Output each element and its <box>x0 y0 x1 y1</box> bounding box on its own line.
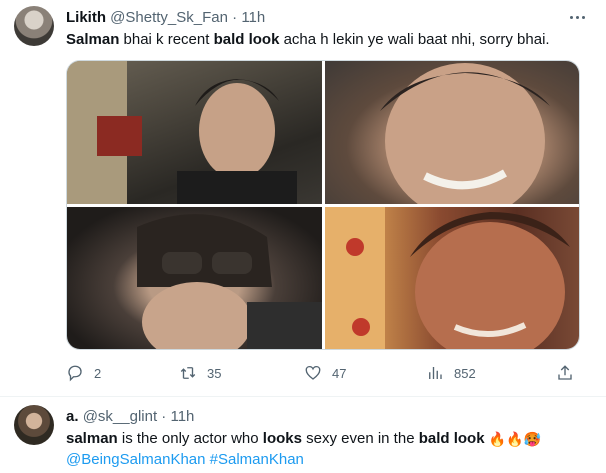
retweet-count: 35 <box>207 365 222 381</box>
like-button[interactable]: 47 <box>304 362 346 384</box>
photo-1-art <box>67 61 297 204</box>
reply-count: 2 <box>94 365 102 381</box>
photo-3[interactable] <box>67 207 322 349</box>
tweet-text: Salman bhai k recent bald look acha h le… <box>66 30 550 50</box>
photo-4[interactable] <box>325 207 579 349</box>
bold-text: looks <box>262 430 302 447</box>
tweet-header: Likith @Shetty_Sk_Fan · 11h <box>66 8 265 28</box>
views-button[interactable]: 852 <box>426 362 476 384</box>
text-segment: is the only actor who <box>117 430 263 447</box>
reply-timestamp[interactable]: 11h <box>170 408 194 425</box>
share-button[interactable] <box>556 362 574 384</box>
share-icon <box>558 365 572 380</box>
tweet[interactable]: Likith @Shetty_Sk_Fan · 11h Salman bhai … <box>0 0 606 397</box>
reply-mentions: @BeingSalmanKhan #SalmanKhan <box>66 450 304 470</box>
hot-face-emoji: 🥵 <box>523 431 542 447</box>
bold-text: Salman <box>66 31 120 48</box>
retweet-button[interactable]: 35 <box>179 362 221 384</box>
avatar[interactable] <box>14 6 54 46</box>
photo-2-art <box>380 63 550 204</box>
text-segment: sexy even in the <box>301 430 419 447</box>
separator-dot: · <box>232 9 238 26</box>
hashtag-link[interactable]: #SalmanKhan <box>210 451 304 468</box>
text-segment: acha h lekin ye wali baat nhi, sorry bha… <box>279 31 550 48</box>
separator-dot: · <box>161 408 167 425</box>
author-handle[interactable]: @Shetty_Sk_Fan <box>110 9 228 26</box>
photo-3-art <box>137 214 322 349</box>
bold-text: salman <box>66 430 118 447</box>
fire-emoji: 🔥 <box>506 431 524 447</box>
reply-header: a. @sk__glint · 11h <box>66 407 194 427</box>
mention-link[interactable]: @BeingSalmanKhan <box>66 451 205 468</box>
bold-text: bald look <box>418 430 485 447</box>
reply-icon <box>68 365 82 382</box>
action-bar: 2 35 47 852 <box>66 362 580 384</box>
reply-button[interactable]: 2 <box>66 362 101 384</box>
views-count: 852 <box>454 365 476 381</box>
views-icon <box>429 367 442 379</box>
fire-emoji: 🔥 <box>488 431 507 447</box>
more-icon[interactable] <box>566 6 588 28</box>
photo-1[interactable] <box>67 61 322 204</box>
reply-author-name[interactable]: a. <box>66 408 79 425</box>
reply-author-handle[interactable]: @sk__glint <box>83 408 157 425</box>
timestamp[interactable]: 11h <box>241 9 265 26</box>
reply-text: salman is the only actor who looks sexy … <box>66 429 541 449</box>
bold-text: bald look <box>213 31 280 48</box>
media-grid <box>66 60 580 350</box>
like-count: 47 <box>332 365 347 381</box>
reply-avatar[interactable] <box>14 405 54 445</box>
author-name[interactable]: Likith <box>66 9 106 26</box>
retweet-icon <box>180 367 196 379</box>
photo-2[interactable] <box>325 61 579 204</box>
like-icon <box>305 365 321 380</box>
photo-4-art <box>325 207 570 349</box>
text-segment: bhai k recent <box>119 31 214 48</box>
